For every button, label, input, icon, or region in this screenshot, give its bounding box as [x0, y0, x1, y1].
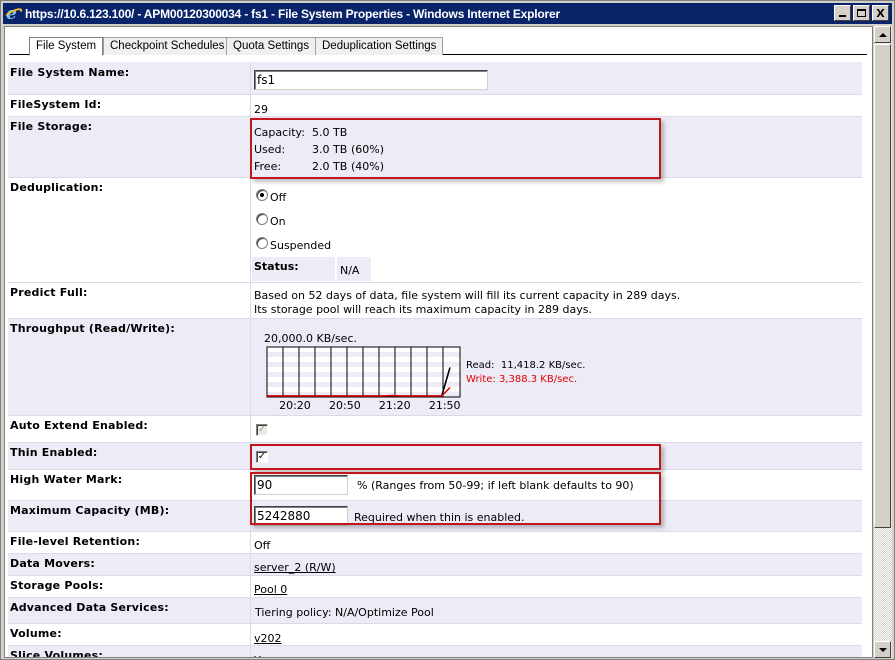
- high-water-mark-hint: % (Ranges from 50-99; if left blank defa…: [357, 479, 634, 492]
- legend-read: Read: 11,418.2 KB/sec.: [466, 360, 586, 371]
- row-file-level-retention: File-level Retention: Off: [8, 532, 862, 554]
- throughput-chart: 20,000.0 KB/sec. 20:20 20:50 21:20 21:50 Re…: [250, 319, 862, 415]
- dedup-off-label[interactable]: Off: [270, 191, 286, 204]
- row-throughput: Throughput (Read/Write): 20,000.0 KB/sec…: [8, 319, 862, 416]
- row-advanced-data-services: Advanced Data Services: Tiering policy: …: [8, 598, 862, 624]
- row-volume: Volume: v202: [8, 624, 862, 646]
- row-thin-enabled: Thin Enabled: ✓: [8, 443, 862, 470]
- data-movers-label: Data Movers:: [10, 557, 95, 570]
- page-content: File System Checkpoint Schedules Quota S…: [4, 26, 873, 658]
- free-value: 2.0 TB: [312, 160, 348, 173]
- throughput-chart-svg: 20:20 20:50 21:20 21:50: [266, 346, 461, 412]
- ads-label: Advanced Data Services:: [10, 601, 169, 614]
- vertical-scrollbar[interactable]: [874, 26, 892, 658]
- slice-volumes-value: Y: [254, 654, 261, 657]
- internet-explorer-icon: e: [3, 4, 24, 24]
- predict-line-1: Based on 52 days of data, file system wi…: [254, 289, 681, 302]
- predict-full-label: Predict Full:: [10, 286, 88, 299]
- row-data-movers: Data Movers: server_2 (R/W): [8, 554, 862, 576]
- arrow-down-icon: [878, 647, 887, 652]
- maximize-icon: [857, 9, 866, 17]
- row-fs-name: File System Name:: [8, 62, 862, 95]
- storage-pools-label: Storage Pools:: [10, 579, 104, 592]
- volume-link[interactable]: v202: [254, 632, 282, 645]
- row-file-storage: File Storage: Capacity: 5.0 TB Used: 3.0…: [8, 117, 862, 178]
- volume-label: Volume:: [10, 627, 62, 640]
- row-slice-volumes: Slice Volumes: Y: [8, 646, 862, 658]
- file-storage-label: File Storage:: [10, 120, 93, 133]
- tab-quota-settings[interactable]: Quota Settings: [226, 37, 317, 55]
- free-percent: (40%): [351, 160, 385, 173]
- ads-value: Tiering policy: N/A/Optimize Pool: [255, 606, 434, 619]
- max-capacity-label: Maximum Capacity (MB):: [10, 504, 170, 517]
- tab-checkpoint-schedules[interactable]: Checkpoint Schedules: [103, 37, 232, 55]
- dedup-on-label[interactable]: On: [270, 215, 286, 228]
- dedup-off-radio[interactable]: [256, 189, 268, 201]
- row-auto-extend: Auto Extend Enabled: ✓: [8, 416, 862, 443]
- auto-extend-checkbox: ✓: [256, 424, 268, 436]
- legend-write: Write: 3,388.3 KB/sec.: [466, 374, 578, 385]
- data-movers-link[interactable]: server_2 (R/W): [254, 561, 336, 574]
- fs-name-label: File System Name:: [10, 66, 130, 79]
- fs-id-label: FileSystem Id:: [10, 98, 102, 111]
- dedup-on-radio[interactable]: [256, 213, 268, 225]
- capacity-label: Capacity:: [254, 126, 305, 139]
- free-label: Free:: [254, 160, 282, 173]
- used-percent: (60%): [351, 143, 385, 156]
- minimize-button[interactable]: [834, 5, 851, 21]
- max-capacity-input[interactable]: [254, 506, 348, 526]
- x-tick-label: 21:20: [379, 399, 411, 412]
- scroll-down-button[interactable]: [874, 641, 891, 658]
- row-storage-pools: Storage Pools: Pool 0: [8, 576, 862, 598]
- fs-name-input[interactable]: [254, 70, 488, 90]
- title-bar[interactable]: e https://10.6.123.100/ - APM00120300034…: [3, 3, 892, 24]
- max-capacity-hint: Required when thin is enabled.: [354, 511, 525, 524]
- retention-value: Off: [254, 539, 271, 552]
- tab-file-system[interactable]: File System: [29, 37, 104, 56]
- scroll-thumb[interactable]: [874, 44, 891, 528]
- used-label: Used:: [254, 143, 286, 156]
- x-tick-label: 20:50: [329, 399, 361, 412]
- close-icon: X: [876, 6, 885, 20]
- predict-line-2: Its storage pool will reach its maximum …: [254, 303, 592, 316]
- dedup-suspended-label[interactable]: Suspended: [270, 239, 331, 252]
- auto-extend-label: Auto Extend Enabled:: [10, 419, 148, 432]
- row-deduplication: Deduplication: Off On Suspended Status: …: [8, 178, 862, 283]
- capacity-value: 5.0 TB: [312, 126, 348, 139]
- used-value: 3.0 TB: [312, 143, 348, 156]
- storage-pools-link[interactable]: Pool 0: [254, 583, 287, 596]
- row-predict-full: Predict Full: Based on 52 days of data, …: [8, 283, 862, 319]
- row-high-water-mark: High Water Mark: % (Ranges from 50-99; i…: [8, 470, 862, 501]
- thin-enabled-checkbox[interactable]: ✓: [256, 451, 268, 463]
- row-fs-id: FileSystem Id: 29: [8, 95, 862, 117]
- close-button[interactable]: X: [872, 5, 889, 21]
- throughput-label: Throughput (Read/Write):: [10, 322, 175, 335]
- tab-bar: File System Checkpoint Schedules Quota S…: [5, 27, 872, 57]
- row-max-capacity: Maximum Capacity (MB): Required when thi…: [8, 501, 862, 532]
- arrow-up-icon: [878, 32, 887, 37]
- deduplication-label: Deduplication:: [10, 181, 104, 194]
- x-tick-label: 21:50: [429, 399, 461, 412]
- maximize-button[interactable]: [853, 5, 870, 21]
- minimize-icon: [839, 15, 846, 17]
- slice-volumes-label: Slice Volumes:: [10, 649, 104, 658]
- browser-window: e https://10.6.123.100/ - APM00120300034…: [0, 0, 895, 660]
- window-title: https://10.6.123.100/ - APM00120300034 -…: [25, 6, 560, 21]
- scroll-up-button[interactable]: [874, 26, 891, 43]
- high-water-mark-input[interactable]: [254, 475, 348, 495]
- dedup-suspended-radio[interactable]: [256, 237, 268, 249]
- thin-enabled-label: Thin Enabled:: [10, 446, 98, 459]
- dedup-status-label: Status:: [252, 257, 335, 281]
- dedup-status-value: N/A: [337, 257, 371, 281]
- fs-id-value: 29: [254, 103, 268, 116]
- high-water-mark-label: High Water Mark:: [10, 473, 123, 486]
- retention-label: File-level Retention:: [10, 535, 141, 548]
- tab-deduplication-settings[interactable]: Deduplication Settings: [315, 37, 444, 55]
- x-tick-label: 20:20: [279, 399, 311, 412]
